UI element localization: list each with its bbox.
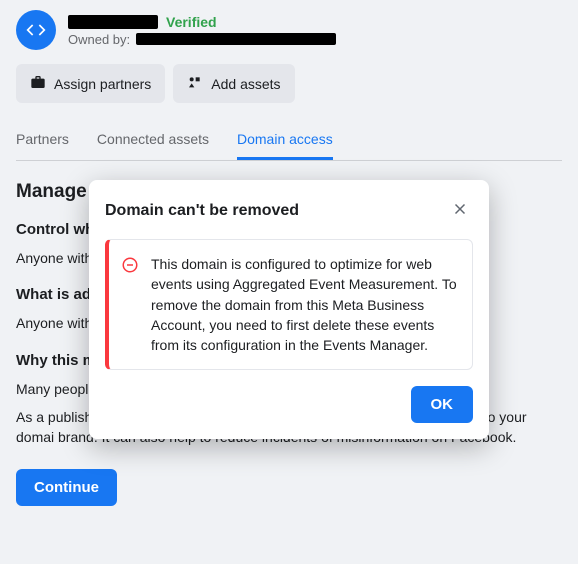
alert-box: This domain is configured to optimize fo… <box>105 239 473 370</box>
close-icon <box>451 206 469 221</box>
modal-footer: OK <box>105 386 473 423</box>
close-button[interactable] <box>447 196 473 225</box>
error-icon <box>121 256 139 274</box>
alert-text: This domain is configured to optimize fo… <box>151 254 458 355</box>
modal-overlay: Domain can't be removed This domain is c… <box>0 0 578 564</box>
modal-dialog: Domain can't be removed This domain is c… <box>89 180 489 439</box>
ok-button[interactable]: OK <box>411 386 474 423</box>
modal-header: Domain can't be removed <box>105 196 473 225</box>
modal-title: Domain can't be removed <box>105 202 299 220</box>
